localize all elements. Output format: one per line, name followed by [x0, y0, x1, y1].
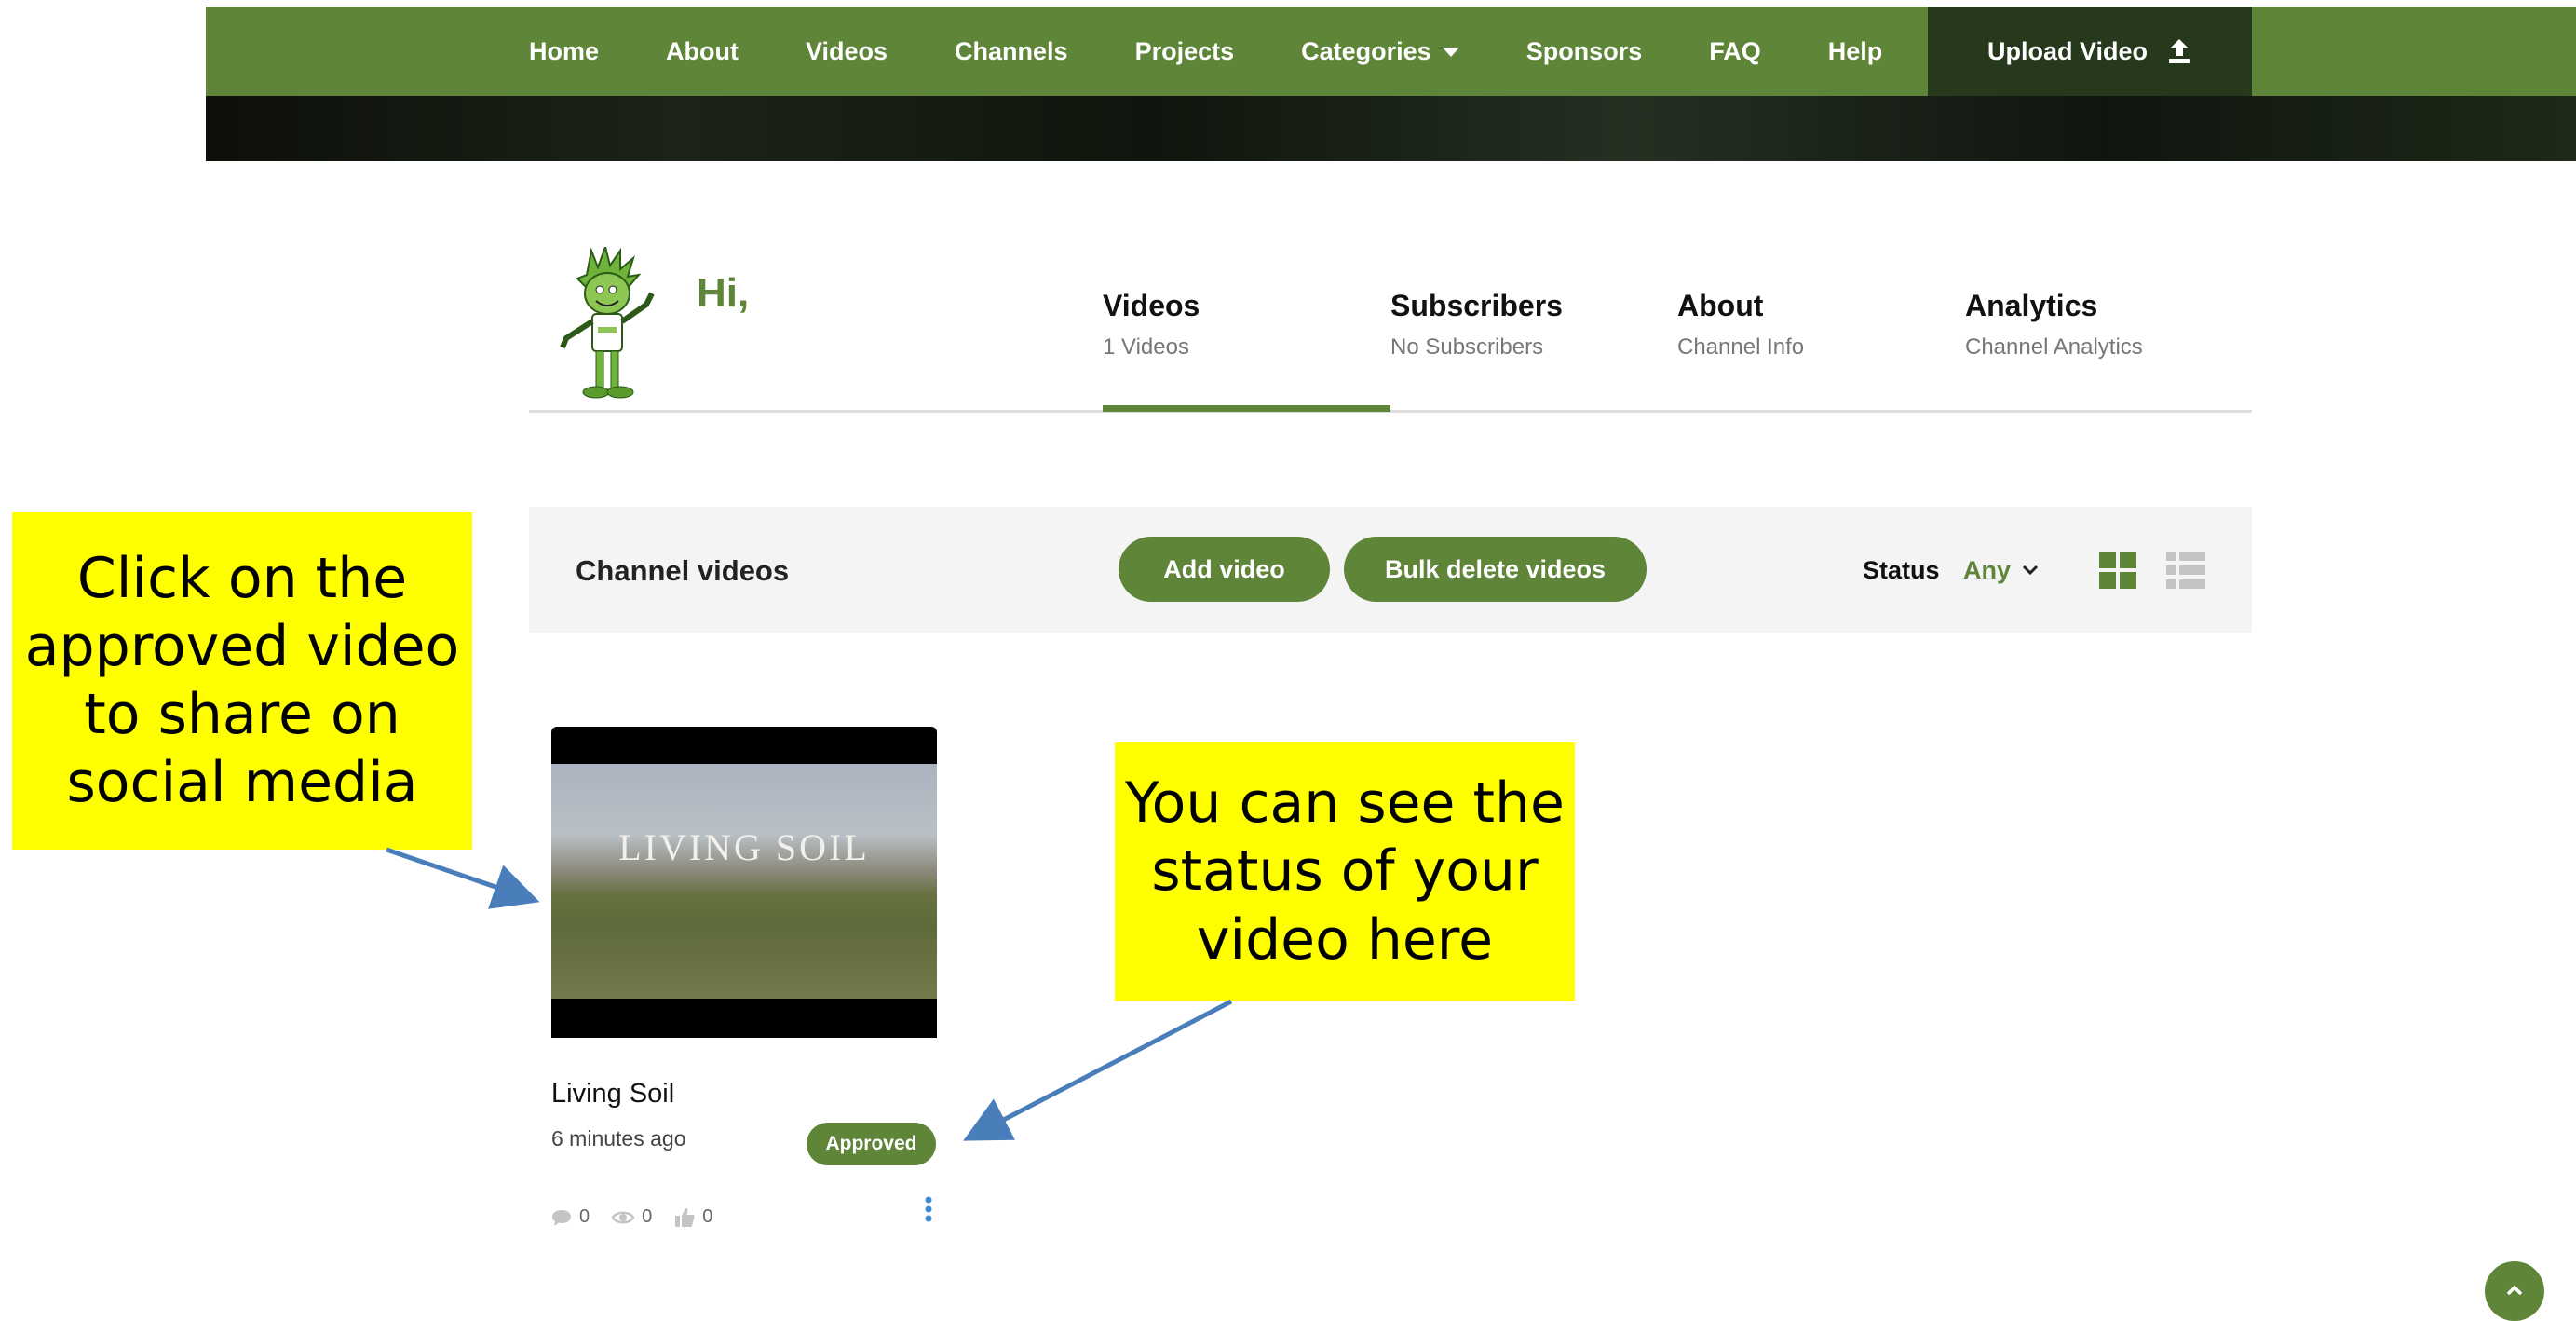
nav-categories[interactable]: Categories: [1301, 37, 1459, 66]
thumbnail-title: LIVING SOIL: [618, 826, 870, 868]
nav-about[interactable]: About: [666, 37, 739, 66]
upload-video-button[interactable]: Upload Video: [1928, 7, 2252, 96]
chevron-up-icon: [2506, 1285, 2523, 1296]
nav-sponsors[interactable]: Sponsors: [1526, 37, 1643, 66]
like-count-value: 0: [702, 1206, 713, 1227]
status-badge: Approved: [807, 1123, 936, 1165]
channel-banner: [206, 96, 2576, 161]
tab-analytics-sub: Channel Analytics: [1965, 334, 2143, 360]
comment-count: 0: [551, 1206, 590, 1228]
list-view-icon[interactable]: [2166, 552, 2205, 589]
nav-projects[interactable]: Projects: [1135, 37, 1235, 66]
video-thumbnail[interactable]: LIVING SOIL: [551, 727, 937, 1038]
section-title: Channel videos: [576, 554, 790, 587]
annotation-callout-share: Click on the approved video to share on …: [12, 512, 472, 850]
greeting: Hi,: [697, 270, 750, 316]
nav-help[interactable]: Help: [1828, 37, 1883, 66]
active-tab-indicator: [1103, 405, 1390, 412]
bulk-delete-button[interactable]: Bulk delete videos: [1344, 537, 1647, 602]
chevron-down-icon: [2022, 565, 2039, 576]
annotation-callout-status: You can see the status of your video her…: [1115, 742, 1575, 1001]
view-count-value: 0: [642, 1206, 653, 1227]
tab-about[interactable]: About Channel Info: [1677, 289, 1804, 361]
arrow-to-status-badge: [963, 999, 1233, 1141]
nav-categories-label: Categories: [1301, 36, 1431, 65]
nav-videos[interactable]: Videos: [806, 37, 888, 66]
arrow-to-thumbnail: [386, 847, 540, 909]
tab-subscribers[interactable]: Subscribers No Subscribers: [1390, 289, 1563, 361]
tab-about-sub: Channel Info: [1677, 334, 1805, 360]
status-label: Status: [1863, 556, 1940, 584]
tab-videos-sub: 1 Videos: [1103, 334, 1189, 360]
upload-icon: [2169, 39, 2190, 63]
tab-videos[interactable]: Videos 1 Videos: [1103, 289, 1200, 361]
caret-down-icon: [1442, 48, 1459, 58]
mascot-avatar: [560, 247, 655, 399]
thumbs-up-icon: [675, 1207, 695, 1227]
nav-home[interactable]: Home: [529, 37, 599, 66]
tab-analytics-title: Analytics: [1965, 289, 2098, 322]
video-timestamp: 6 minutes ago: [551, 1126, 686, 1151]
tab-about-title: About: [1677, 289, 1764, 322]
status-dropdown[interactable]: Any: [1963, 556, 2011, 585]
thumbnail-image: [551, 764, 937, 999]
more-options-icon[interactable]: [923, 1195, 934, 1223]
comment-icon: [552, 1209, 571, 1226]
eye-icon: [612, 1211, 635, 1223]
grid-view-icon[interactable]: [2099, 552, 2136, 589]
nav-faq[interactable]: FAQ: [1709, 37, 1761, 66]
nav-menu: Home About Videos Channels Projects Cate…: [529, 7, 1949, 96]
view-count: 0: [612, 1206, 652, 1228]
comment-count-value: 0: [579, 1206, 590, 1227]
video-title[interactable]: Living Soil: [551, 1079, 674, 1110]
tab-subscribers-sub: No Subscribers: [1390, 334, 1544, 360]
tab-videos-title: Videos: [1103, 289, 1200, 322]
tab-subscribers-title: Subscribers: [1390, 289, 1563, 322]
tab-analytics[interactable]: Analytics Channel Analytics: [1965, 289, 2143, 361]
video-stats: 0 0 0: [551, 1206, 735, 1228]
like-count: 0: [674, 1206, 712, 1228]
tabs-divider: [529, 410, 2252, 413]
upload-video-label: Upload Video: [1986, 36, 2149, 65]
add-video-button[interactable]: Add video: [1119, 537, 1330, 602]
nav-channels[interactable]: Channels: [955, 37, 1068, 66]
scroll-to-top-button[interactable]: [2485, 1261, 2544, 1321]
